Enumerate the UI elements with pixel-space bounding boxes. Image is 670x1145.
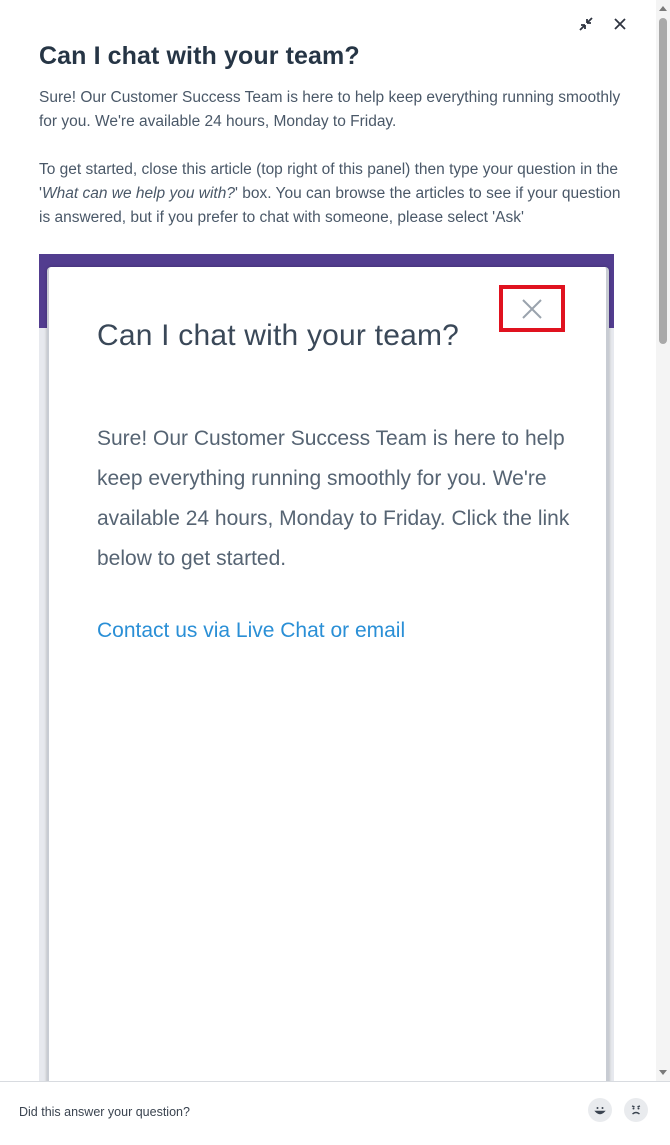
search-box-name: What can we help you with? [41,185,235,202]
article-scroll-area[interactable]: Can I chat with your team? Sure! Our Cus… [0,0,656,1081]
panel-controls [576,14,630,34]
close-icon[interactable] [610,14,630,34]
embedded-article-body: Sure! Our Customer Success Team is here … [97,427,570,570]
embedded-article-title: Can I chat with your team? [97,319,460,352]
feedback-question: Did this answer your question? [19,1105,190,1119]
feedback-buttons [588,1098,648,1122]
scrollbar-thumb[interactable] [659,18,667,344]
smile-face-icon[interactable] [588,1098,612,1122]
feedback-footer: Did this answer your question? [0,1081,670,1145]
highlighted-close-icon [499,285,565,332]
minimize-arrows-icon[interactable] [576,14,596,34]
article-paragraph-instructions: To get started, close this article (top … [39,158,629,230]
embedded-article-card: Can I chat with your team? Sure! Our Cus… [47,267,609,1081]
article-paragraph-intro: Sure! Our Customer Success Team is here … [39,89,621,130]
frown-face-icon[interactable] [624,1098,648,1122]
embedded-screenshot: Can I chat with your team? Sure! Our Cus… [39,254,614,1081]
embedded-contact-link: Contact us via Live Chat or email [97,619,406,642]
vertical-scrollbar[interactable] [656,0,670,1081]
article-title: Can I chat with your team? [39,42,360,70]
scroll-down-arrow-icon[interactable] [659,1070,667,1075]
help-panel: Can I chat with your team? Sure! Our Cus… [0,0,670,1145]
scroll-up-arrow-icon[interactable] [659,6,667,11]
